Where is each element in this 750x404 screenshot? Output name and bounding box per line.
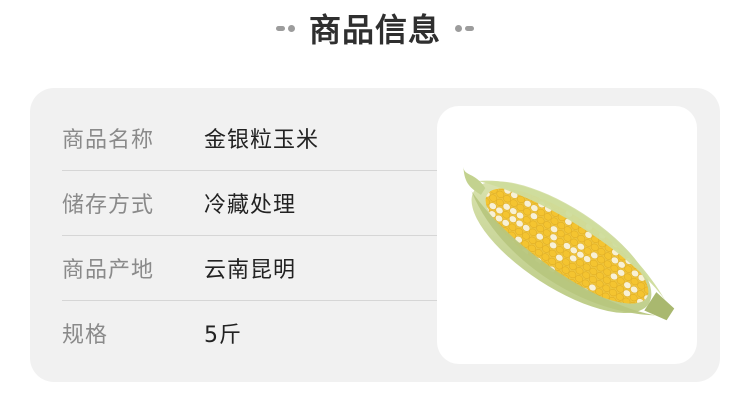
corn-kernel: [652, 266, 660, 275]
info-value: 金银粒玉米: [204, 128, 320, 153]
info-row-origin: 商品产地 云南昆明: [62, 236, 438, 301]
section-header: 商品信息: [0, 6, 750, 50]
corn-kernel: [511, 175, 519, 183]
corn-kernel: [497, 169, 506, 174]
product-info-page: 商品信息 商品名称 金银粒玉米 储存方式 冷藏处理 商品产地 云南昆明 规格 5…: [0, 0, 750, 404]
corn-kernel: [621, 313, 630, 322]
section-title: 商品信息: [308, 11, 441, 49]
corn-kernel: [645, 262, 654, 270]
info-row-name: 商品名称 金银粒玉米: [62, 106, 438, 171]
decoration-dash: [275, 25, 285, 31]
corn-kernel: [504, 170, 513, 179]
decoration-dash: [465, 25, 474, 31]
product-info-card: 商品名称 金银粒玉米 储存方式 冷藏处理 商品产地 云南昆明 规格 5斤: [30, 88, 720, 382]
corn-kernel: [635, 314, 644, 322]
product-image-panel: [437, 106, 697, 364]
info-label: 规格: [62, 323, 109, 348]
header-decoration-right: [455, 24, 474, 32]
corn-kernel: [658, 279, 664, 287]
decoration-dot: [287, 24, 295, 32]
info-label: 商品名称: [62, 128, 155, 153]
corn-cob-image: [463, 166, 675, 323]
info-label: 储存方式: [62, 193, 155, 218]
header-decoration-left: [275, 24, 295, 32]
info-row-spec: 规格 5斤: [62, 301, 438, 365]
corn-kernel: [658, 271, 664, 279]
info-label: 商品产地: [62, 258, 155, 283]
info-value: 冷藏处理: [204, 193, 297, 218]
product-info-table: 商品名称 金银粒玉米 储存方式 冷藏处理 商品产地 云南昆明 规格 5斤: [62, 106, 438, 365]
info-value: 5斤: [204, 323, 242, 348]
decoration-dot: [455, 24, 462, 32]
corn-kernel: [628, 318, 637, 323]
info-value: 云南昆明: [204, 258, 297, 283]
info-row-storage: 储存方式 冷藏处理: [62, 171, 438, 236]
